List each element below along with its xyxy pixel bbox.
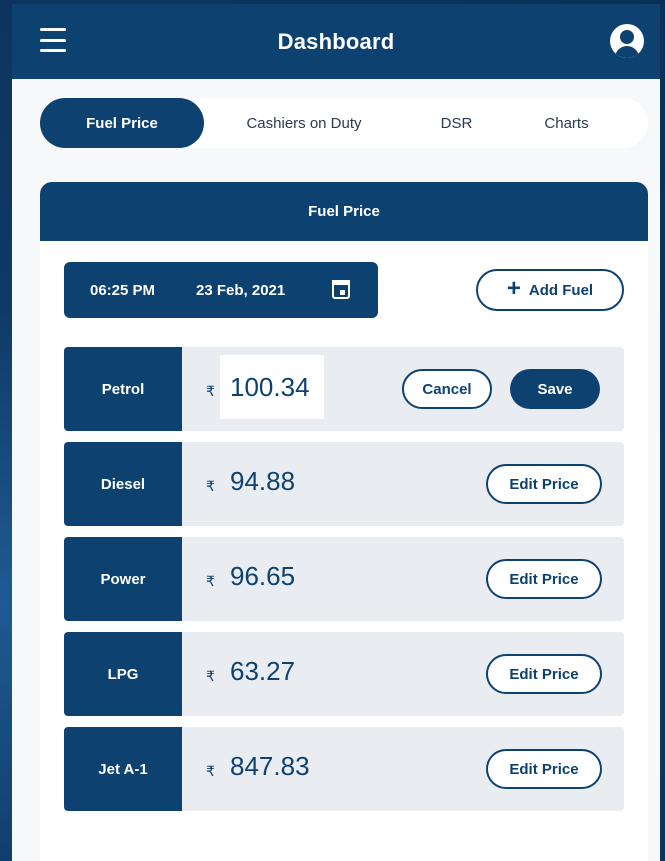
- page-title: Dashboard: [277, 28, 395, 54]
- time-label: 06:25 PM: [90, 281, 156, 299]
- fuel-price-value: 847.83: [230, 751, 310, 781]
- datetime-picker[interactable]: 06:25 PM 23 Feb, 2021: [64, 262, 378, 318]
- top-app-bar: Dashboard: [12, 4, 660, 79]
- edit-price-button[interactable]: Edit Price: [486, 749, 602, 789]
- fuel-row-lpg: LPG ₹ 63.27 Edit Price: [64, 632, 624, 716]
- fuel-price-card: Fuel Price 06:25 PM 23 Feb, 2021 + Add F…: [40, 182, 648, 861]
- fuel-price-value: 94.88: [230, 466, 296, 496]
- save-button[interactable]: Save: [510, 369, 600, 409]
- fuel-name: Jet A-1: [64, 727, 182, 811]
- add-fuel-button[interactable]: + Add Fuel: [476, 269, 624, 311]
- card-title: Fuel Price: [40, 182, 648, 241]
- background-frame: Dashboard Fuel Price Cashiers on Duty DS…: [0, 0, 665, 861]
- rupee-symbol: ₹: [206, 763, 215, 779]
- rupee-symbol: ₹: [206, 668, 215, 684]
- fuel-name: Diesel: [64, 442, 182, 526]
- fuel-name: Power: [64, 537, 182, 621]
- edit-price-button[interactable]: Edit Price: [486, 464, 602, 504]
- fuel-row-jet-a1: Jet A-1 ₹ 847.83 Edit Price: [64, 727, 624, 811]
- account-icon[interactable]: [610, 24, 644, 58]
- tab-cashiers-on-duty[interactable]: Cashiers on Duty: [204, 98, 404, 148]
- calendar-icon: [332, 280, 350, 299]
- plus-icon: +: [506, 275, 521, 302]
- app-window: Dashboard Fuel Price Cashiers on Duty DS…: [12, 4, 660, 861]
- fuel-name: LPG: [64, 632, 182, 716]
- rupee-symbol: ₹: [206, 383, 215, 399]
- fuel-price-value: 96.65: [230, 561, 296, 591]
- fuel-price-value: 63.27: [230, 656, 296, 686]
- fuel-row-power: Power ₹ 96.65 Edit Price: [64, 537, 624, 621]
- cancel-button[interactable]: Cancel: [402, 369, 492, 409]
- edit-price-button[interactable]: Edit Price: [486, 559, 602, 599]
- add-fuel-label: Add Fuel: [528, 281, 594, 299]
- tab-bar: Fuel Price Cashiers on Duty DSR Charts: [40, 98, 648, 148]
- hamburger-menu-icon[interactable]: [40, 28, 66, 52]
- tab-dsr[interactable]: DSR: [404, 98, 509, 148]
- date-label: 23 Feb, 2021: [196, 281, 286, 299]
- edit-price-button[interactable]: Edit Price: [486, 654, 602, 694]
- fuel-row-petrol: Petrol ₹ Cancel Save: [64, 347, 624, 431]
- fuel-name: Petrol: [64, 347, 182, 431]
- fuel-row-diesel: Diesel ₹ 94.88 Edit Price: [64, 442, 624, 526]
- price-input[interactable]: [220, 355, 324, 419]
- tab-charts[interactable]: Charts: [509, 98, 624, 148]
- rupee-symbol: ₹: [206, 478, 215, 494]
- rupee-symbol: ₹: [206, 573, 215, 589]
- tab-fuel-price[interactable]: Fuel Price: [40, 98, 204, 148]
